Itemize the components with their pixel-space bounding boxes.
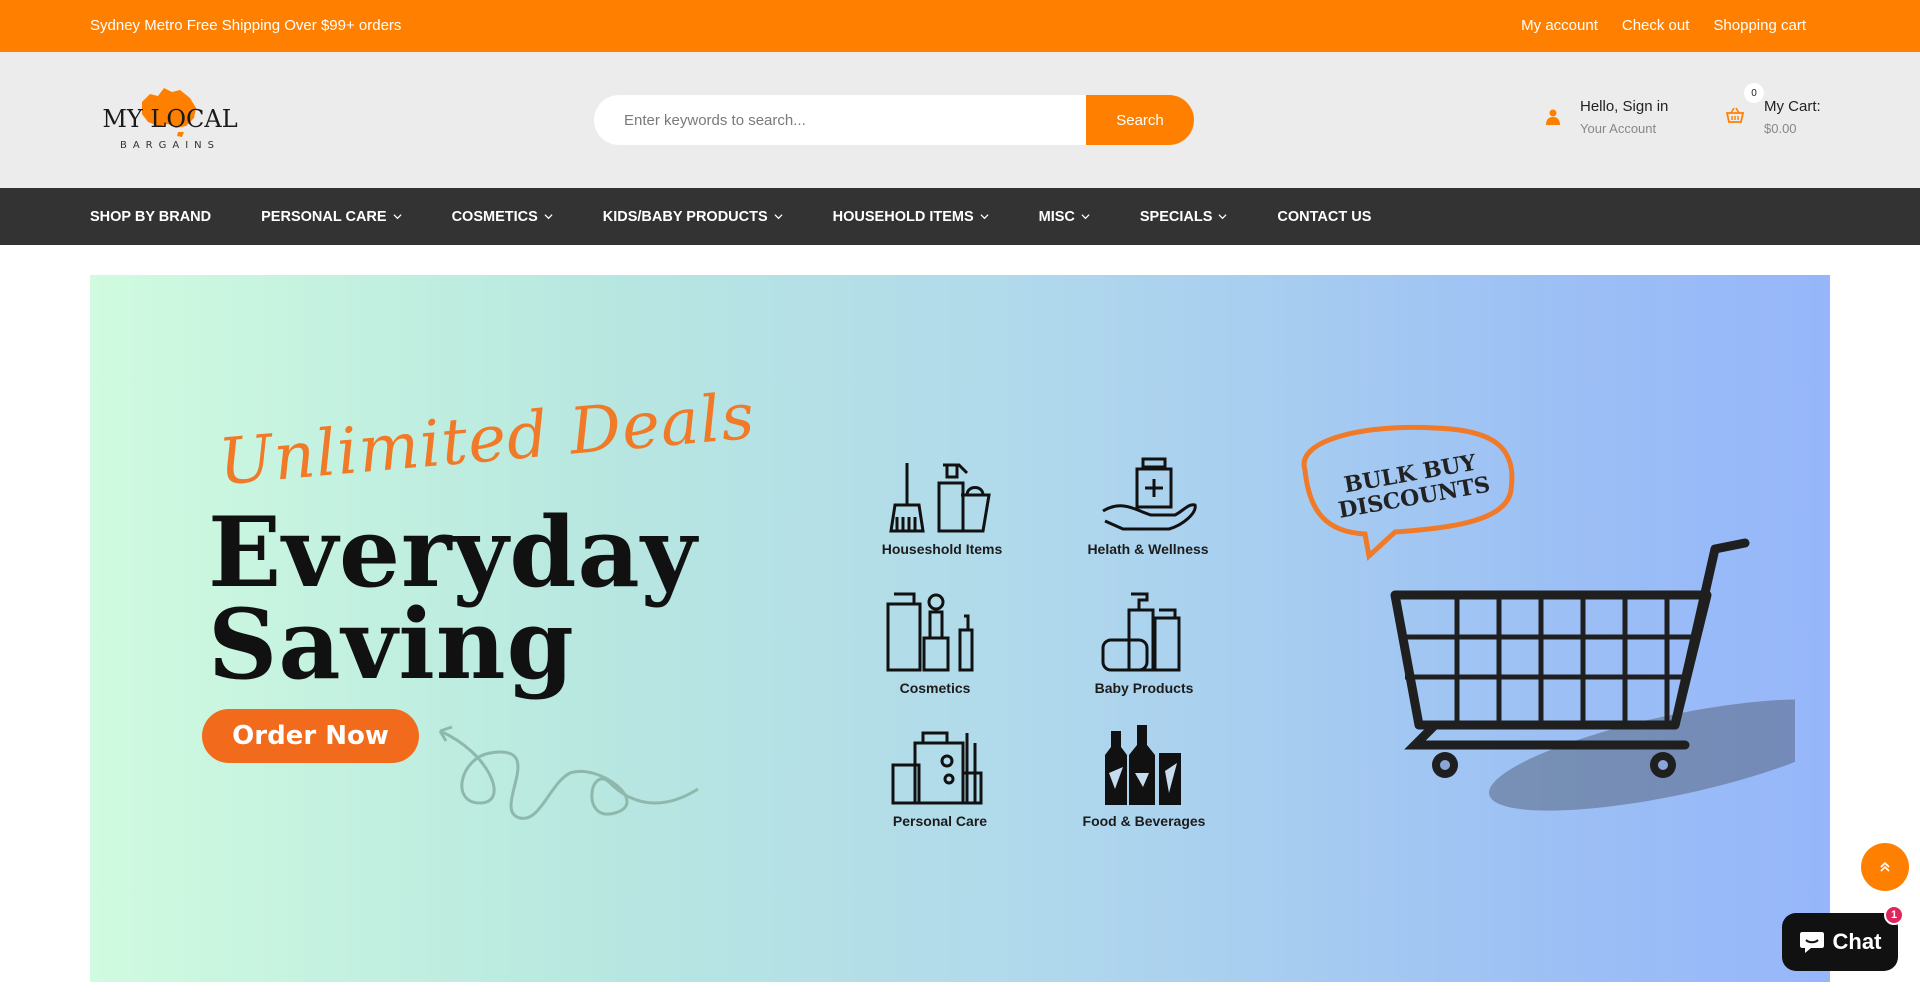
cosmetics-icon (886, 592, 974, 672)
cart-total: $0.00 (1764, 121, 1797, 136)
cart-count-badge: 0 (1744, 83, 1764, 103)
basket-icon (1725, 107, 1745, 123)
nav-item-contact-us[interactable]: CONTACT US (1277, 209, 1371, 225)
site-logo[interactable]: MY LOCAL BARGAINS (100, 82, 240, 158)
chevron-down-icon (1081, 214, 1090, 220)
nav-item-specials[interactable]: SPECIALS (1140, 209, 1228, 225)
category-label: Personal Care (892, 813, 988, 829)
category-label: Baby Products (1094, 680, 1194, 696)
order-now-button[interactable]: Order Now (202, 709, 419, 763)
top-announcement-bar: Sydney Metro Free Shipping Over $99+ ord… (0, 0, 1920, 52)
user-icon (1546, 109, 1560, 125)
category-cosmetics[interactable]: Cosmetics (845, 590, 1025, 696)
nav-label: COSMETICS (451, 208, 538, 225)
chat-label: Chat (1832, 929, 1882, 954)
top-links: My account Check out Shopping cart (1521, 17, 1806, 34)
nav-item-shop-by-brand[interactable]: SHOP BY BRAND (90, 209, 211, 225)
banner-headline-1: Everyday (208, 496, 698, 609)
nav-label: HOUSEHOLD ITEMS (832, 208, 974, 225)
category-household[interactable]: Houseshold Items (852, 455, 1032, 557)
shopping-cart-link[interactable]: Shopping cart (1713, 17, 1806, 34)
hero-banner[interactable]: Unlimited Deals Everyday Saving Order No… (90, 275, 1830, 982)
my-account-link[interactable]: My account (1521, 17, 1598, 34)
logo-main-text: MY LOCAL (102, 105, 237, 133)
account-sub: Your Account (1580, 121, 1657, 136)
banner-script-text: Unlimited Deals (215, 379, 759, 501)
nav-item-household[interactable]: HOUSEHOLD ITEMS (833, 209, 989, 225)
double-chevron-up-icon (1880, 861, 1890, 872)
nav-item-misc[interactable]: MISC (1039, 209, 1090, 225)
baby-products-icon (1101, 592, 1181, 672)
account-link[interactable]: Hello, Sign in Your Account (1546, 98, 1668, 136)
shipping-promo-text: Sydney Metro Free Shipping Over $99+ ord… (90, 17, 402, 34)
chevron-down-icon (774, 214, 783, 220)
banner-headline-2: Saving (208, 588, 575, 701)
category-label: Cosmetics (899, 680, 971, 696)
category-label: Food & Beverages (1082, 813, 1206, 829)
category-baby[interactable]: Baby Products (1054, 590, 1234, 696)
nav-label: SPECIALS (1139, 208, 1213, 225)
chat-bubble-icon (1799, 932, 1824, 953)
chevron-down-icon (393, 214, 402, 220)
chevron-down-icon (1218, 214, 1227, 220)
category-personal-care[interactable]: Personal Care (850, 723, 1030, 829)
logo-sub-text: BARGAINS (120, 140, 220, 151)
chat-launcher-button[interactable]: Chat 1 (1782, 905, 1904, 971)
nav-item-personal-care[interactable]: PERSONAL CARE (261, 208, 402, 225)
shopping-trolley-icon (1390, 538, 1795, 811)
category-food-beverages[interactable]: Food & Beverages (1054, 723, 1234, 829)
chat-notification-badge: 1 (1884, 905, 1904, 925)
category-health[interactable]: Helath & Wellness (1058, 455, 1238, 557)
nav-label: KIDS/BABY PRODUCTS (602, 208, 768, 225)
nav-label: SHOP BY BRAND (90, 208, 212, 225)
nav-item-cosmetics[interactable]: COSMETICS (452, 209, 553, 225)
main-navigation: SHOP BY BRAND PERSONAL CARE COSMETICS KI… (0, 188, 1920, 245)
account-greeting: Hello, Sign in (1580, 98, 1669, 115)
category-label: Houseshold Items (881, 541, 1003, 557)
back-to-top-button[interactable] (1861, 843, 1909, 891)
personal-care-icon (891, 731, 983, 805)
chevron-down-icon (544, 214, 553, 220)
cart-widget[interactable]: 0 My Cart: $0.00 (1725, 83, 1821, 136)
nav-label: MISC (1038, 208, 1075, 225)
hand-medicine-icon (1102, 457, 1197, 531)
search-bar: Search (594, 95, 1194, 145)
category-label: Helath & Wellness (1087, 541, 1209, 557)
site-header: MY LOCAL BARGAINS Search Hello, Sign in … (0, 52, 1920, 188)
nav-label: PERSONAL CARE (261, 208, 387, 225)
chevron-down-icon (980, 214, 989, 220)
nav-item-kids-baby[interactable]: KIDS/BABY PRODUCTS (603, 209, 783, 225)
cart-label: My Cart: (1764, 98, 1821, 115)
search-input[interactable] (594, 95, 1086, 145)
cleaning-supplies-icon (889, 463, 991, 533)
search-button[interactable]: Search (1086, 95, 1194, 145)
checkout-link[interactable]: Check out (1622, 17, 1690, 34)
bottles-icon (1105, 725, 1181, 805)
arrow-squiggle-icon (438, 725, 699, 820)
nav-label: CONTACT US (1277, 208, 1372, 225)
